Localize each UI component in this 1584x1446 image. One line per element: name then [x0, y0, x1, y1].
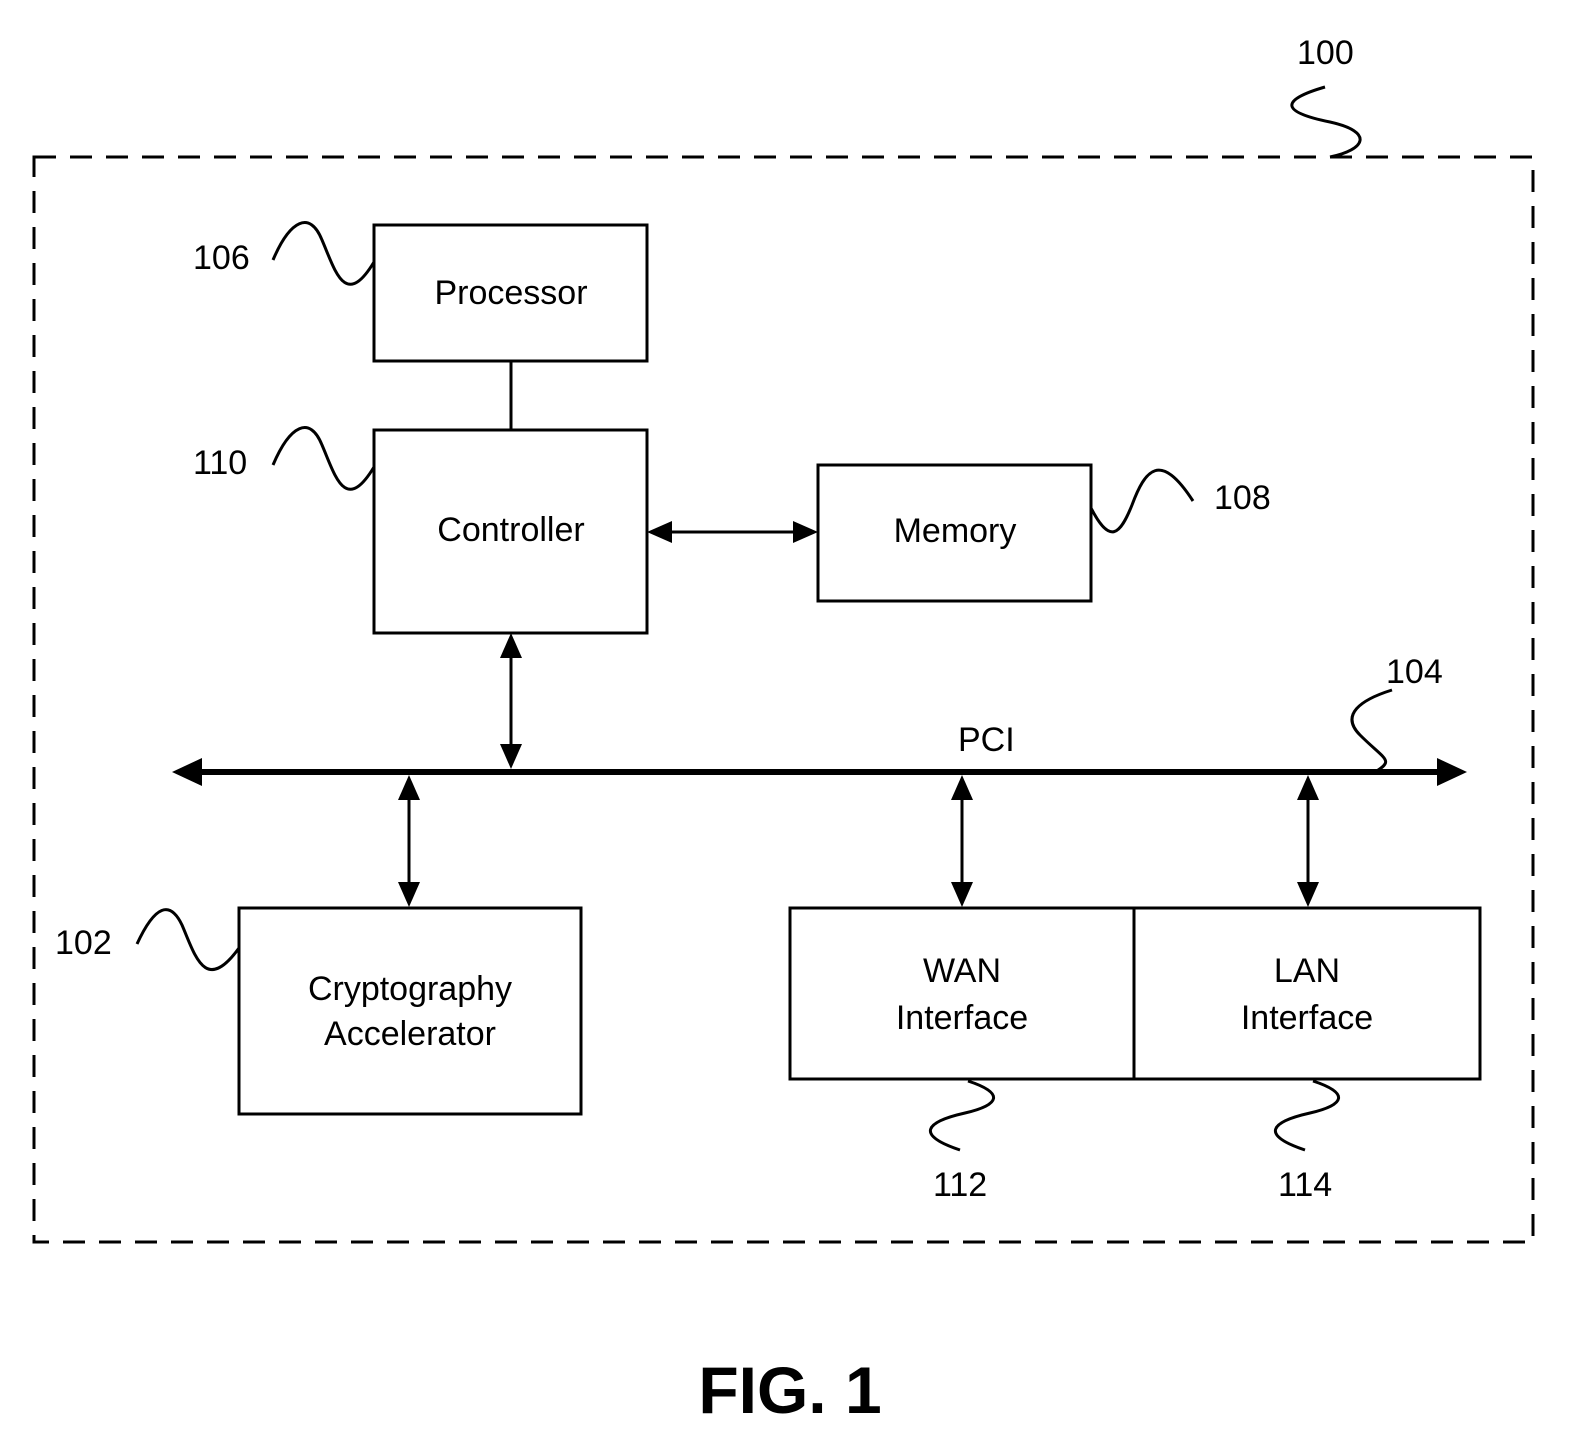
arrowhead-down — [398, 882, 420, 907]
crypto-ref-leader — [135, 908, 241, 972]
figure-caption: FIG. 1 — [698, 1353, 881, 1427]
lan-ref-leader — [1273, 1079, 1340, 1152]
controller-block: Controller — [372, 428, 649, 635]
crypto-label-line2: Accelerator — [324, 1015, 496, 1053]
pci-bus — [172, 758, 1467, 786]
lan-ref-label: 114 — [1278, 1166, 1332, 1204]
bus-arrowhead-left — [172, 758, 202, 786]
system-ref-leader — [1290, 85, 1362, 159]
wan-label-line1: WAN — [923, 952, 1001, 990]
arrowhead-up — [951, 775, 973, 800]
arrowhead-left — [647, 521, 672, 543]
bus-label: PCI — [958, 721, 1015, 759]
wan-interface-block: WAN Interface — [788, 906, 1136, 1081]
lan-interface-block: LAN Interface — [1132, 906, 1482, 1081]
crypto-ref-label: 102 — [55, 924, 112, 962]
memory-label: Memory — [894, 512, 1017, 550]
bus-crypto-arrow — [398, 775, 420, 907]
controller-ref-label: 110 — [193, 444, 247, 482]
arrowhead-up — [398, 775, 420, 800]
bus-wan-arrow — [951, 775, 973, 907]
lan-interface-box — [1132, 906, 1482, 1081]
processor-ref-label: 106 — [193, 239, 250, 277]
crypto-accelerator-box — [237, 906, 583, 1116]
memory-block: Memory — [816, 463, 1093, 603]
controller-label: Controller — [437, 511, 584, 549]
processor-ref-leader — [271, 221, 376, 286]
memory-ref-leader — [1089, 468, 1195, 534]
wan-ref-label: 112 — [933, 1166, 987, 1204]
arrowhead-up — [1297, 775, 1319, 800]
wan-interface-box — [788, 906, 1136, 1081]
lan-label-line2: Interface — [1241, 999, 1373, 1037]
bus-ref-label: 104 — [1386, 653, 1443, 691]
bus-lan-arrow — [1297, 775, 1319, 907]
bus-arrowhead-right — [1437, 758, 1467, 786]
processor-label: Processor — [434, 274, 587, 312]
system-ref-label: 100 — [1297, 34, 1354, 72]
bus-ref-leader — [1350, 688, 1393, 774]
arrowhead-up — [500, 633, 522, 658]
memory-ref-label: 108 — [1214, 479, 1271, 517]
wan-label-line2: Interface — [896, 999, 1028, 1037]
lan-label-line1: LAN — [1274, 952, 1340, 990]
crypto-accelerator-block: Cryptography Accelerator — [237, 906, 583, 1116]
controller-ref-leader — [271, 426, 376, 491]
arrowhead-down — [1297, 882, 1319, 907]
controller-memory-arrow — [647, 521, 818, 543]
controller-bus-arrow — [500, 633, 522, 769]
arrowhead-right — [793, 521, 818, 543]
block-diagram: 100 Processor 106 Controller 110 Memory … — [32, 34, 1535, 1427]
arrowhead-down — [951, 882, 973, 907]
crypto-label-line1: Cryptography — [308, 970, 512, 1008]
processor-block: Processor — [372, 223, 649, 363]
arrowhead-down — [500, 744, 522, 769]
wan-ref-leader — [928, 1079, 995, 1152]
